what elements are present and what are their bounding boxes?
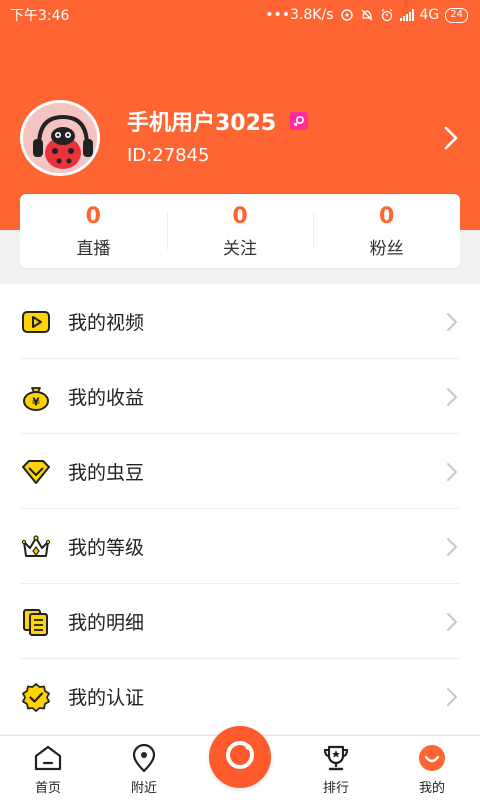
crown-icon: [20, 531, 52, 563]
tab-home[interactable]: 首页: [0, 736, 96, 800]
menu-item-earnings[interactable]: ¥ 我的收益: [0, 359, 480, 434]
chevron-right-icon: [446, 462, 458, 482]
tab-label: 首页: [34, 781, 61, 796]
chevron-right-icon[interactable]: [444, 126, 458, 150]
female-icon: [290, 112, 309, 130]
chevron-right-icon: [446, 612, 458, 632]
live-camera-icon: [222, 737, 258, 777]
user-id: ID:27845: [127, 145, 210, 166]
stat-label: 直播: [76, 238, 111, 259]
menu-item-details[interactable]: 我的明细: [0, 584, 480, 659]
stat-live[interactable]: 0 直播: [20, 194, 167, 268]
live-camera-button[interactable]: [209, 726, 271, 788]
stat-fans[interactable]: 0 粉丝: [313, 194, 460, 268]
menu-item-label: 我的虫豆: [68, 462, 145, 484]
battery-icon: 24: [445, 7, 468, 23]
verified-badge-icon: [20, 681, 52, 713]
profile-face-icon: [417, 743, 447, 773]
status-bar: 下午3:46 •••3.8K/s 4G 24: [0, 0, 480, 30]
network-type: 4G: [419, 7, 440, 23]
stat-value: 0: [232, 203, 248, 229]
username: 手机用户3025: [127, 111, 277, 136]
menu-item-label: 我的等级: [68, 537, 145, 559]
diamond-icon: [20, 456, 52, 488]
menu-item-label: 我的明细: [68, 612, 145, 634]
chevron-right-icon: [446, 312, 458, 332]
avatar[interactable]: [20, 100, 100, 176]
menu-item-label: 我的视频: [68, 312, 145, 334]
menu-item-videos[interactable]: 我的视频: [0, 284, 480, 359]
money-bag-icon: ¥: [20, 381, 52, 413]
menu-item-label: 我的认证: [68, 687, 145, 709]
menu-item-level[interactable]: 我的等级: [0, 509, 480, 584]
menu-item-beans[interactable]: 我的虫豆: [0, 434, 480, 509]
location-pin-icon: [129, 743, 159, 773]
document-list-icon: [20, 606, 52, 638]
trophy-icon: [321, 743, 351, 773]
menu-item-verification[interactable]: 我的认证: [0, 659, 480, 734]
stat-value: 0: [379, 203, 395, 229]
tab-mine[interactable]: 我的: [384, 736, 480, 800]
status-time: 下午3:46: [10, 8, 70, 24]
status-left: 下午3:46: [10, 5, 69, 25]
tab-label: 我的: [418, 781, 445, 796]
stat-label: 粉丝: [369, 238, 404, 259]
username-row: 手机用户3025: [127, 105, 309, 137]
chevron-right-icon: [446, 387, 458, 407]
tab-ranking[interactable]: 排行: [288, 736, 384, 800]
svg-text:¥: ¥: [32, 395, 40, 408]
notification-off-icon: [360, 8, 374, 22]
chevron-right-icon: [446, 537, 458, 557]
hotspot-icon: [340, 8, 354, 22]
stat-label: 关注: [223, 238, 257, 259]
tab-nearby[interactable]: 附近: [96, 736, 192, 800]
home-icon: [33, 743, 63, 773]
alarm-icon: [380, 8, 394, 22]
stat-following[interactable]: 0 关注: [166, 194, 314, 268]
tab-label: 附近: [130, 781, 157, 796]
signal-icon: [399, 9, 414, 21]
stat-value: 0: [85, 203, 101, 229]
chevron-right-icon: [446, 687, 458, 707]
video-icon: [20, 306, 52, 338]
tab-label: 排行: [322, 781, 349, 796]
menu-item-label: 我的收益: [68, 387, 145, 409]
status-right: •••3.8K/s 4G 24: [265, 7, 468, 23]
stats-card: 0 直播 0 关注 0 粉丝: [20, 194, 460, 268]
menu-list: 我的视频 ¥ 我的收益 我的虫豆 我的等级 我的明细 我的认证: [0, 284, 480, 734]
network-speed: •••3.8K/s: [265, 7, 334, 23]
